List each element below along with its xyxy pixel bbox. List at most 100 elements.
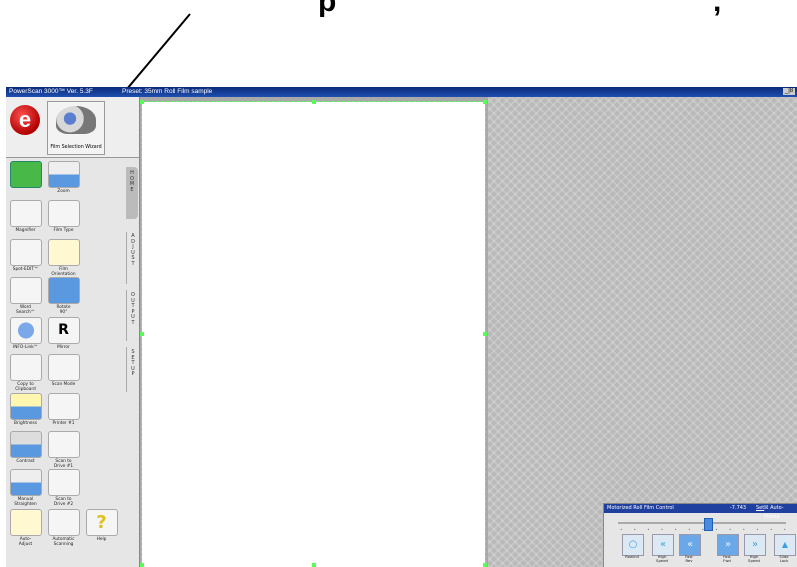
copy-clipboard-label: Copy to Clipboard <box>15 382 36 392</box>
drive-icon <box>47 431 80 458</box>
contrast-label: Contrast <box>16 459 35 464</box>
help-label: Help <box>96 537 107 542</box>
scan-drive2-label: Scan to Drive #2 <box>53 497 74 507</box>
workspace-background <box>488 97 797 567</box>
crop-handle[interactable] <box>312 563 316 567</box>
zoom-icon <box>47 161 80 188</box>
window-controls[interactable]: _|8 <box>783 88 795 95</box>
film-control-title: Motorized Roll Film Control <box>607 505 674 511</box>
word-search-button[interactable]: Word Search™ <box>9 277 42 315</box>
brightness-icon <box>9 393 42 420</box>
fast-fwd-label: Fast Fwd <box>723 554 731 564</box>
tab-adjust[interactable]: ADJUST <box>126 232 139 284</box>
scan-mode-button[interactable]: Scan Mode <box>47 354 80 387</box>
crop-handle[interactable] <box>140 563 144 567</box>
info-link-label: INFO-Link™ <box>12 345 39 350</box>
scan-drive1-button[interactable]: Scan to Drive #1 <box>47 431 80 469</box>
rotate-button[interactable]: Rotate 90° <box>47 277 80 315</box>
spot-edit-label: Spot-EDIT™ <box>12 267 39 272</box>
rotate-icon <box>47 277 80 304</box>
crop-handle[interactable] <box>312 100 316 104</box>
wizard-label: Film Selection Wizard <box>50 145 102 150</box>
scan-drive2-button[interactable]: Scan to Drive #2 <box>47 469 80 507</box>
fast-rev-button[interactable]: « <box>679 534 701 556</box>
spot-edit-button[interactable]: Spot-EDIT™ <box>9 239 42 272</box>
film-control-header: Motorized Roll Film Control -7.743 Set ☒… <box>604 504 797 520</box>
film-reel-icon <box>56 106 96 134</box>
film-orientation-label: Film Orientation <box>51 267 76 277</box>
scan-mode-icon <box>47 354 80 381</box>
printer-icon <box>47 393 80 420</box>
magnifier-label: Magnifier <box>15 228 36 233</box>
straighten-icon <box>9 469 42 496</box>
preset-label: Preset: 35mm Roll Film sample <box>122 88 213 95</box>
rewind-label: Rewind <box>625 554 639 559</box>
fast-fwd-button[interactable]: » <box>717 534 739 556</box>
tab-output[interactable]: OUTPUT <box>126 290 139 341</box>
slide-lock-button[interactable]: ▲ <box>774 534 796 556</box>
crop-handle[interactable] <box>140 100 144 104</box>
fast-rev-label: Fast Rev <box>685 554 693 564</box>
high-speed-rev-label: High Speed <box>656 554 668 564</box>
app-window: PowerScan 3000™ Ver. 5.3F Preset: 35mm R… <box>6 87 797 567</box>
auto-frame-checkbox[interactable]: ☒ Auto-Frame <box>764 504 797 522</box>
magnifier-button[interactable]: Magnifier <box>9 200 42 233</box>
help-button[interactable]: ? Help <box>85 509 118 542</box>
zoom-button[interactable]: Zoom <box>47 161 80 194</box>
e-logo-icon[interactable]: e <box>10 105 40 135</box>
image-canvas[interactable] <box>140 100 487 567</box>
film-selection-wizard-button[interactable]: Film Selection Wizard <box>47 101 105 155</box>
contrast-icon <box>9 431 42 458</box>
mirror-icon: R <box>47 317 80 344</box>
spot-edit-icon <box>9 239 42 266</box>
auto-adjust-icon <box>9 509 42 536</box>
crop-handle[interactable] <box>483 100 487 104</box>
rotate-label: Rotate 90° <box>56 305 71 315</box>
roll-film-control-panel: Motorized Roll Film Control -7.743 Set ☒… <box>603 503 797 567</box>
question-mark-icon: ? <box>85 509 118 536</box>
film-orientation-icon <box>47 239 80 266</box>
brightness-button[interactable]: Brightness <box>9 393 42 426</box>
toolbar-panel: e Film Selection Wizard HOME ADJUST OUTP… <box>6 97 140 567</box>
film-position-slider[interactable] <box>618 522 786 524</box>
set-link[interactable]: Set <box>756 504 764 513</box>
side-tabs: HOME ADJUST OUTPUT SETUP <box>126 157 139 567</box>
pan-button[interactable] <box>9 161 42 188</box>
auto-adjust-label: Auto- Adjust <box>18 537 33 547</box>
auto-adjust-button[interactable]: Auto- Adjust <box>9 509 42 547</box>
word-search-label: Word Search™ <box>15 305 36 315</box>
manual-straighten-button[interactable]: Manual Straighten <box>9 469 42 507</box>
mirror-label: Mirror <box>57 345 70 350</box>
zoom-label: Zoom <box>57 189 70 194</box>
crop-handle[interactable] <box>140 332 144 336</box>
magnifier-icon <box>9 200 42 227</box>
manual-straighten-label: Manual Straighten <box>14 497 37 507</box>
drive-icon <box>47 469 80 496</box>
copy-clipboard-button[interactable]: Copy to Clipboard <box>9 354 42 392</box>
scan-mode-label: Scan Mode <box>51 382 76 387</box>
mirror-button[interactable]: R Mirror <box>47 317 80 350</box>
printer-label: Printer #1 <box>52 421 75 426</box>
high-speed-fwd-label: High Speed <box>748 554 760 564</box>
auto-scanning-button[interactable]: Automatic Scanning <box>47 509 80 547</box>
printer-button[interactable]: Printer #1 <box>47 393 80 426</box>
binoculars-icon <box>9 277 42 304</box>
tab-home[interactable]: HOME <box>126 167 138 219</box>
crop-handle[interactable] <box>483 332 487 336</box>
high-speed-fwd-button[interactable]: » <box>744 534 766 556</box>
high-speed-rev-button[interactable]: « <box>652 534 674 556</box>
globe-icon <box>9 317 42 344</box>
contrast-button[interactable]: Contrast <box>9 431 42 464</box>
info-link-button[interactable]: INFO-Link™ <box>9 317 42 350</box>
film-type-button[interactable]: Film Type <box>47 200 80 233</box>
auto-scanning-icon <box>47 509 80 536</box>
pan-arrows-icon <box>9 161 42 188</box>
app-title: PowerScan 3000™ Ver. 5.3F <box>9 88 93 95</box>
slider-ticks: • • • • • • • • • • • • • • <box>620 527 797 532</box>
scan-drive1-label: Scan to Drive #1 <box>53 459 74 469</box>
rewind-button[interactable]: ○ <box>622 534 644 556</box>
crop-handle[interactable] <box>483 563 487 567</box>
film-type-icon <box>47 200 80 227</box>
tab-setup[interactable]: SETUP <box>126 347 139 392</box>
film-orientation-button[interactable]: Film Orientation <box>47 239 80 277</box>
